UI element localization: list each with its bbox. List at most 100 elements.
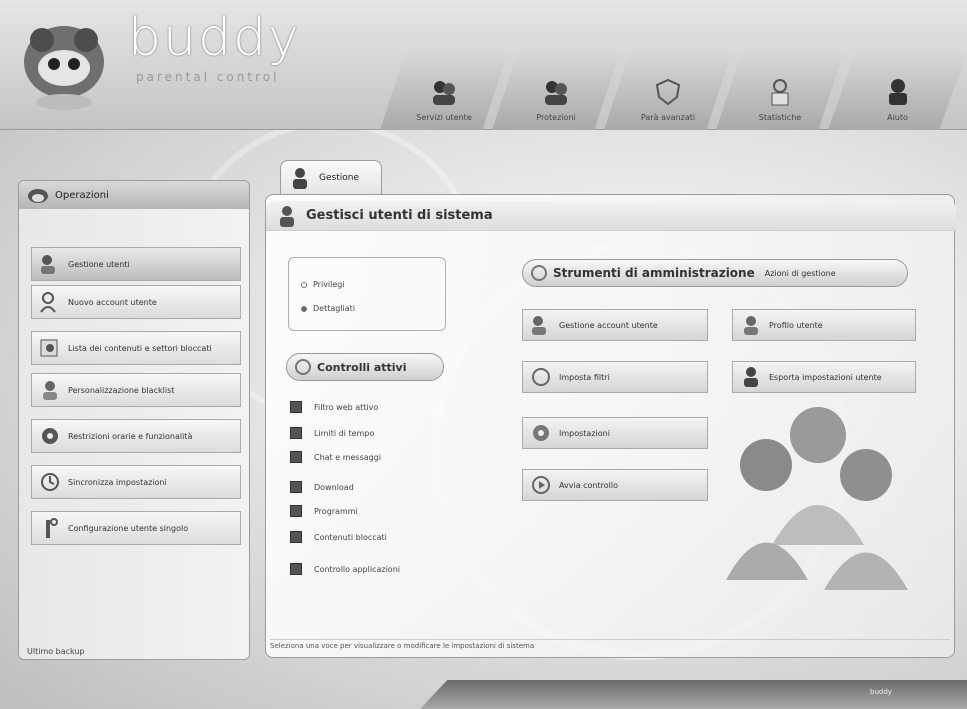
check-item[interactable]: Chat e messaggi [290, 451, 381, 463]
tab-label: Servizi utente [416, 113, 472, 122]
sidebar-header: Operazioni [19, 181, 249, 209]
gear-icon [42, 428, 58, 444]
actions-subtitle: Azioni di gestione [764, 268, 836, 278]
tab-servizi-utente[interactable]: Servizi utente [380, 52, 508, 130]
tab-gestione[interactable]: Gestione [280, 160, 382, 194]
app-header: buddy parental control Servizi utente Pr… [0, 0, 967, 130]
tab-label: Gestione [319, 172, 359, 183]
users-group-illustration [726, 407, 908, 590]
radio-dot [301, 305, 307, 312]
sidebar-title: Operazioni [55, 189, 109, 201]
check-label: Filtro web attivo [314, 402, 379, 412]
page-title: Gestisci utenti di sistema [266, 201, 956, 231]
users-icon [532, 316, 546, 335]
view-mode-group: Privilegi Dettagliati [288, 257, 446, 331]
controls-title: Controlli attivi [317, 360, 407, 374]
add-user-icon [40, 292, 56, 313]
radio-dettagliati[interactable]: Dettagliati [301, 304, 355, 313]
sync-icon [41, 473, 59, 491]
operations-sidebar: Operazioni Gestione utenti Nuovo account… [18, 180, 250, 660]
impostazioni-button[interactable]: Impostazioni [522, 417, 708, 449]
check-item[interactable]: Limiti di tempo [290, 427, 374, 439]
check-label: Limiti di tempo [314, 428, 375, 438]
users-icon [433, 81, 455, 105]
checkbox-icon [290, 451, 302, 463]
button-label: Impostazioni [559, 428, 610, 438]
radio-label: Privilegi [313, 280, 345, 289]
sidebar-item-nuovo-account[interactable]: Nuovo account utente [31, 285, 241, 319]
user-icon [293, 167, 307, 189]
info-icon [531, 265, 547, 281]
esporta-impostazioni-button[interactable]: Esporta impostazioni utente [732, 361, 916, 393]
tab-aiuto[interactable]: Aiuto [828, 52, 967, 130]
users-lock-icon [545, 81, 567, 105]
report-icon [771, 79, 789, 106]
imposta-filtri-button[interactable]: Imposta filtri [522, 361, 708, 393]
user-icon [280, 205, 294, 227]
main-panel: Gestisci utenti di sistema Privilegi Det… [265, 194, 956, 658]
app-logo-subtitle: parental control [136, 70, 280, 84]
checkbox-icon [290, 531, 302, 543]
sidebar-item-label: Gestione utenti [68, 259, 130, 269]
tab-statistiche[interactable]: Statistiche [716, 52, 844, 130]
profilo-utente-button[interactable]: Profilo utente [732, 309, 916, 341]
avvia-controllo-button[interactable]: Avvia controllo [522, 469, 708, 501]
button-label: Imposta filtri [559, 372, 610, 382]
check-item[interactable]: Programmi [290, 505, 358, 517]
sidebar-item-personalizzazione[interactable]: Personalizzazione blacklist [31, 373, 241, 407]
app-logo: buddy [128, 8, 301, 68]
check-item[interactable]: Controllo applicazioni [290, 563, 400, 575]
radio-privilegi[interactable]: Privilegi [301, 280, 345, 289]
checkbox-icon [290, 481, 302, 493]
key-icon [46, 518, 58, 538]
tab-label: Protezioni [536, 113, 576, 122]
settings-icon [533, 425, 549, 441]
person-icon [43, 381, 57, 400]
check-label: Contenuti bloccati [314, 532, 387, 542]
tab-label: Statistiche [758, 113, 802, 122]
gestione-account-button[interactable]: Gestione account utente [522, 309, 708, 341]
sidebar-item-lista-contenuti[interactable]: Lista dei contenuti e settori bloccati [31, 331, 241, 365]
checkbox-icon [290, 427, 302, 439]
check-label: Programmi [314, 506, 358, 516]
export-icon [744, 367, 758, 387]
check-item[interactable]: Contenuti bloccati [290, 531, 387, 543]
sidebar-item-gestione-utenti[interactable]: Gestione utenti [31, 247, 241, 281]
sidebar-item-restrizioni[interactable]: Restrizioni orarie e funzionalità [31, 419, 241, 453]
help-icon [888, 79, 907, 105]
checkbox-icon [290, 401, 302, 413]
check-label: Download [314, 482, 354, 492]
start-icon [532, 476, 550, 494]
footer-brand: buddy [870, 688, 892, 696]
tab-protezioni[interactable]: Protezioni [492, 52, 620, 130]
actions-header: Strumenti di amministrazione Azioni di g… [522, 259, 908, 287]
filter-icon [532, 368, 550, 386]
page-title-text: Gestisci utenti di sistema [306, 208, 493, 223]
tab-label: Aiuto [887, 113, 908, 122]
check-label: Chat e messaggi [314, 452, 382, 462]
sidebar-item-label: Nuovo account utente [68, 297, 157, 307]
mascot-small-icon [28, 189, 48, 203]
check-item[interactable]: Download [290, 481, 354, 493]
radio-dot [301, 281, 307, 288]
shield-icon [655, 78, 681, 106]
button-label: Avvia controllo [559, 480, 618, 490]
status-bar: Seleziona una voce per visualizzare o mo… [270, 639, 950, 653]
check-item[interactable]: Filtro web attivo [290, 401, 378, 413]
tab-parametri-avanzati[interactable]: Parà avanzati [604, 52, 732, 130]
sidebar-footer: Ultimo backup [27, 647, 85, 656]
user-icon [744, 316, 758, 335]
users-icon [41, 255, 55, 274]
button-label: Esporta impostazioni utente [769, 372, 882, 382]
mascot-logo-icon [24, 26, 104, 110]
sidebar-item-sincronizza[interactable]: Sincronizza impostazioni [31, 465, 241, 499]
sidebar-item-configurazione[interactable]: Configurazione utente singolo [31, 511, 241, 545]
check-label: Controllo applicazioni [314, 564, 400, 574]
checkbox-icon [290, 505, 302, 517]
sidebar-item-label: Configurazione utente singolo [68, 523, 189, 533]
sidebar-item-label: Restrizioni orarie e funzionalità [68, 431, 193, 441]
sidebar-item-label: Personalizzazione blacklist [68, 385, 175, 395]
radio-label: Dettagliati [313, 304, 356, 313]
sidebar-item-label: Lista dei contenuti e settori bloccati [68, 343, 212, 353]
actions-title: Strumenti di amministrazione [553, 266, 755, 280]
